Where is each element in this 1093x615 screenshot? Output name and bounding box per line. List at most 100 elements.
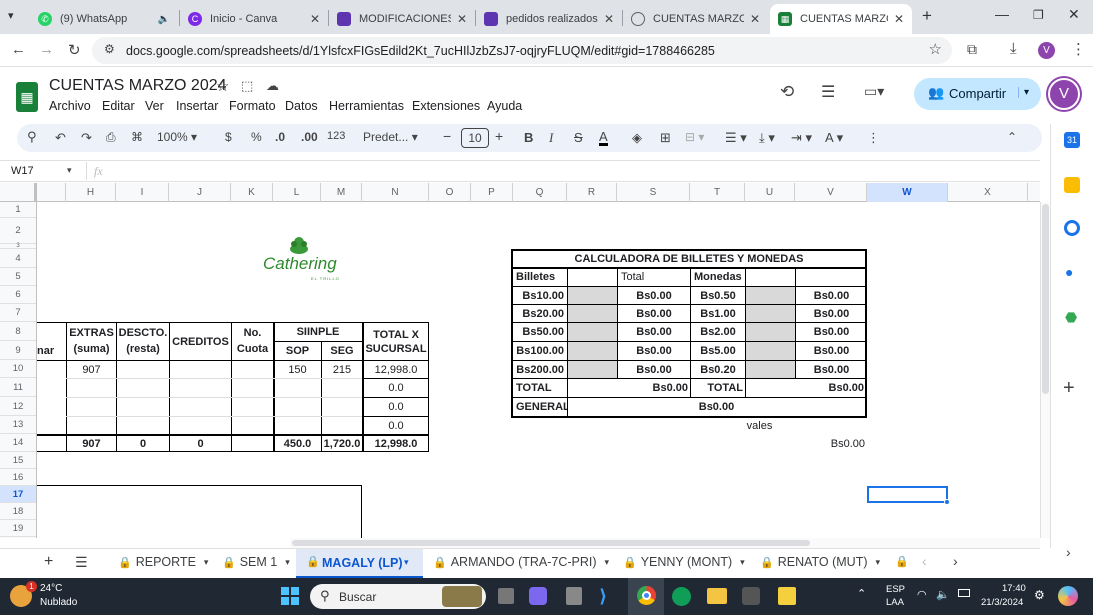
- comments-icon[interactable]: ☰: [821, 82, 835, 102]
- column-header-selected[interactable]: W: [867, 183, 948, 202]
- site-info-icon[interactable]: ⚙: [104, 42, 115, 56]
- url-field[interactable]: ⚙ docs.google.com/spreadsheets/d/1Ylsfcx…: [92, 37, 952, 64]
- sheet-dropdown-icon[interactable]: ▾: [876, 557, 881, 568]
- font-size-decrease-icon[interactable]: −: [443, 128, 451, 144]
- vscode-icon[interactable]: ⟩: [599, 586, 607, 607]
- meet-icon[interactable]: ▭▾: [864, 83, 884, 100]
- billete-denomination[interactable]: Bs100.00: [513, 342, 566, 360]
- sop-value[interactable]: 150: [274, 361, 321, 378]
- moneda-denomination[interactable]: Bs2.00: [691, 323, 745, 341]
- row-header[interactable]: 7: [0, 304, 36, 322]
- browser-tab-cuentas-active[interactable]: ▦ CUENTAS MARZO 20 ✕: [770, 4, 912, 34]
- extras-value[interactable]: 907: [67, 361, 116, 378]
- moneda-total[interactable]: Bs0.00: [796, 287, 867, 304]
- font-size-increase-icon[interactable]: +: [495, 128, 503, 144]
- menu-insertar[interactable]: Insertar: [176, 99, 218, 113]
- text-color-button[interactable]: A: [599, 130, 608, 146]
- total-monedas-value[interactable]: Bs0.00: [746, 379, 864, 397]
- column-header[interactable]: T: [690, 183, 745, 202]
- text-rotation-icon[interactable]: A ▾: [825, 130, 843, 146]
- bookmark-star-icon[interactable]: ☆: [929, 40, 942, 58]
- history-icon[interactable]: ⟲: [780, 82, 794, 102]
- total-value[interactable]: 12,998.0: [363, 361, 429, 378]
- total-value[interactable]: 0.0: [363, 379, 429, 397]
- sheet-tab-reporte[interactable]: 🔒 REPORTE ▾: [118, 555, 208, 569]
- font-size-input[interactable]: 10: [461, 128, 489, 148]
- row-header[interactable]: 9: [0, 341, 36, 360]
- vertical-align-icon[interactable]: ⤓ ▾: [759, 130, 775, 146]
- doc-title[interactable]: CUENTAS MARZO 2024: [49, 77, 227, 95]
- fill-handle[interactable]: [944, 499, 950, 505]
- number-format-button[interactable]: 123: [327, 130, 345, 142]
- row-header[interactable]: 4: [0, 249, 36, 268]
- move-folder-icon[interactable]: ⬚: [241, 78, 253, 94]
- moneda-total[interactable]: Bs0.00: [796, 342, 867, 360]
- scroll-sheets-left-icon[interactable]: ‹: [922, 553, 927, 569]
- row-header[interactable]: 16: [0, 469, 36, 486]
- general-value[interactable]: Bs0.00: [568, 398, 865, 416]
- column-header[interactable]: O: [429, 183, 471, 202]
- column-header[interactable]: K: [231, 183, 273, 202]
- borders-icon[interactable]: ⊞: [660, 130, 671, 146]
- browser-tab-whatsapp[interactable]: ✆ (9) WhatsApp 🔈: [30, 4, 178, 34]
- sheet-tab-magaly-lp[interactable]: 🔒 MAGALY (LP) ▾: [296, 549, 423, 579]
- share-dropdown-icon[interactable]: ▾: [1018, 87, 1029, 98]
- column-header[interactable]: M: [321, 183, 362, 202]
- moneda-denomination[interactable]: Bs0.50: [691, 287, 745, 304]
- bold-button[interactable]: B: [524, 130, 533, 145]
- total-billetes-value[interactable]: Bs0.00: [568, 379, 688, 397]
- profile-avatar[interactable]: V: [1038, 42, 1055, 59]
- menu-datos[interactable]: Datos: [285, 99, 318, 113]
- menu-extensiones[interactable]: Extensiones: [412, 99, 480, 113]
- tab-search-icon[interactable]: ▾: [8, 9, 14, 22]
- sheet-dropdown-icon[interactable]: ▾: [285, 557, 290, 568]
- copilot-icon[interactable]: [1058, 586, 1078, 606]
- browser-menu-icon[interactable]: ⋮: [1071, 40, 1086, 58]
- wifi-icon[interactable]: ◠: [917, 588, 927, 601]
- creditos-total[interactable]: 0: [170, 435, 231, 452]
- undo-icon[interactable]: ↶: [55, 130, 66, 146]
- new-tab-icon[interactable]: +: [922, 6, 932, 26]
- volume-icon[interactable]: 🔈: [936, 588, 950, 601]
- tasks-icon[interactable]: [1064, 220, 1080, 236]
- billete-denomination[interactable]: Bs20.00: [513, 305, 566, 322]
- store-icon[interactable]: [742, 587, 760, 605]
- menu-ver[interactable]: Ver: [145, 99, 164, 113]
- star-icon[interactable]: ☆: [216, 77, 229, 95]
- vertical-scrollbar[interactable]: [1040, 202, 1050, 538]
- seg-total[interactable]: 1,720.0: [322, 435, 362, 452]
- decrease-decimals-button[interactable]: .0: [275, 130, 285, 144]
- row-header[interactable]: 18: [0, 503, 36, 520]
- print-icon[interactable]: ⎙: [106, 130, 116, 145]
- column-header-g[interactable]: [37, 183, 66, 202]
- close-tab-icon[interactable]: ✕: [604, 12, 614, 26]
- row-header[interactable]: 13: [0, 416, 36, 434]
- row-header[interactable]: 19: [0, 520, 36, 537]
- search-menus-icon[interactable]: ⚲: [27, 129, 37, 145]
- strikethrough-button[interactable]: S: [574, 130, 583, 145]
- menu-formato[interactable]: Formato: [229, 99, 276, 113]
- spreadsheet-grid[interactable]: Cathering EL TRILLO nar EXTRAS (suma) DE…: [37, 202, 1040, 538]
- file-explorer-icon[interactable]: [707, 588, 727, 604]
- add-on-icon[interactable]: +: [1063, 377, 1075, 400]
- tray-overflow-icon[interactable]: ⌃: [857, 587, 866, 600]
- active-cell-selection[interactable]: [867, 486, 948, 503]
- share-button[interactable]: 👥 Compartir ▾: [914, 78, 1041, 110]
- horizontal-scroll-thumb[interactable]: [292, 540, 810, 546]
- task-view-icon[interactable]: [498, 588, 514, 604]
- menu-ayuda[interactable]: Ayuda: [487, 99, 522, 113]
- extras-total[interactable]: 907: [67, 435, 116, 452]
- moneda-total[interactable]: Bs0.00: [796, 361, 867, 378]
- sheet-dropdown-icon[interactable]: ▾: [605, 557, 610, 568]
- sop-total[interactable]: 450.0: [274, 435, 321, 452]
- browser-tab-modificaciones[interactable]: MODIFICACIONES SO ✕: [329, 4, 475, 34]
- reload-icon[interactable]: ↻: [68, 41, 81, 59]
- vertical-scroll-thumb[interactable]: [1042, 204, 1049, 394]
- settings-gear-icon[interactable]: ⚙: [1034, 588, 1045, 602]
- taskbar-search-box[interactable]: ⚲ Buscar: [310, 584, 486, 609]
- total-value[interactable]: 0.0: [363, 417, 429, 434]
- browser-tab-canva[interactable]: C Inicio - Canva ✕: [180, 4, 328, 34]
- calculator-app-icon[interactable]: [566, 587, 582, 605]
- row-header[interactable]: 8: [0, 322, 36, 341]
- mute-icon[interactable]: 🔈: [158, 14, 170, 25]
